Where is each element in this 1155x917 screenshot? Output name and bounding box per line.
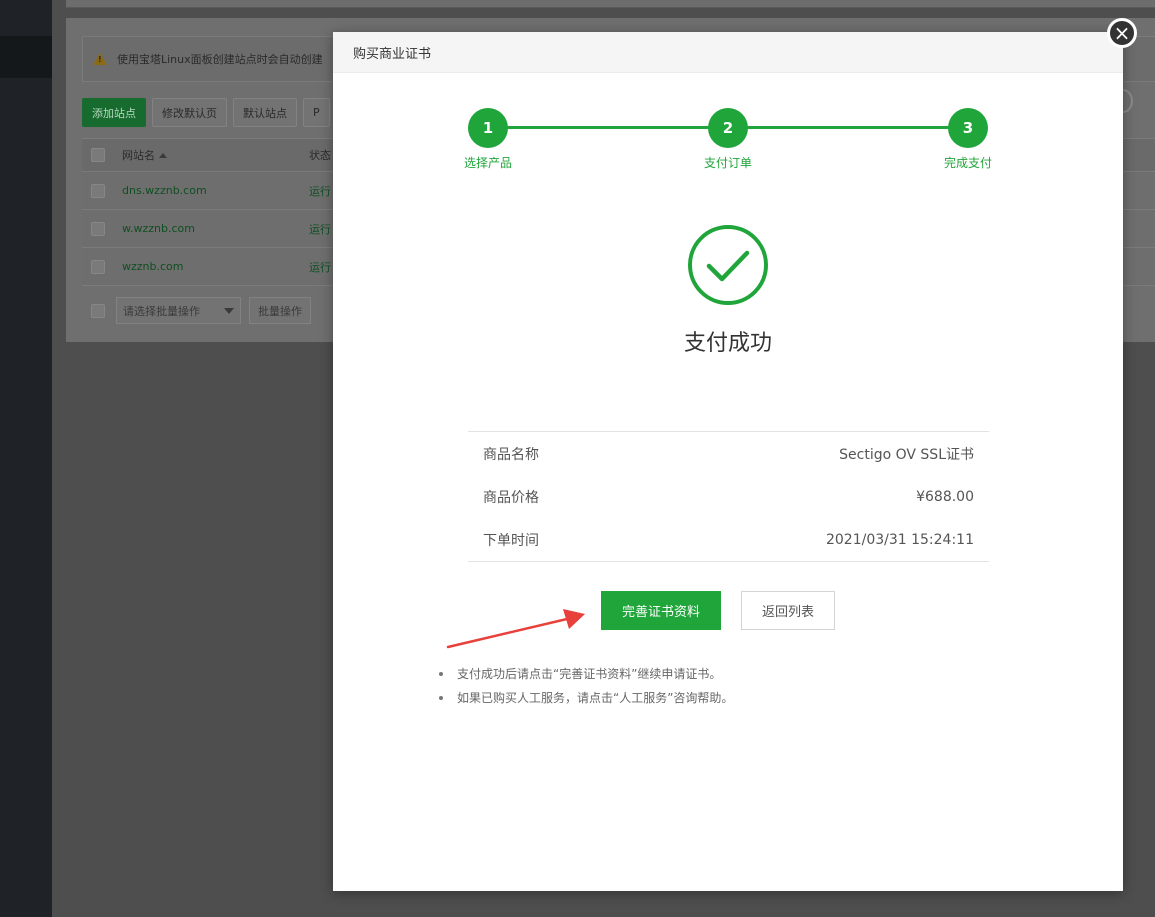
- complete-certificate-info-button[interactable]: 完善证书资料: [601, 591, 721, 630]
- tip-item: 如果已购买人工服务，请点击“人工服务”咨询帮助。: [439, 686, 733, 710]
- payment-success-text: 支付成功: [683, 331, 772, 356]
- sort-asc-icon: [159, 153, 167, 158]
- info-label: 下单时间: [483, 532, 539, 549]
- batch-operate-button[interactable]: 批量操作: [249, 297, 311, 324]
- step-connector: [728, 126, 968, 129]
- back-to-list-button[interactable]: 返回列表: [741, 591, 835, 630]
- batch-operations: 请选择批量操作 批量操作: [91, 297, 311, 324]
- site-name-link[interactable]: wzznb.com: [122, 260, 309, 273]
- site-status[interactable]: 运行: [309, 259, 331, 275]
- select-all-checkbox[interactable]: [91, 148, 105, 162]
- order-info: 商品名称 Sectigo OV SSL证书 商品价格 ¥688.00 下单时间 …: [468, 431, 989, 562]
- info-row-time: 下单时间 2021/03/31 15:24:11: [483, 518, 974, 561]
- step-3-dot: 3: [948, 108, 988, 148]
- info-row-price: 商品价格 ¥688.00: [483, 475, 974, 518]
- tip-item: 支付成功后请点击“完善证书资料”继续申请证书。: [439, 662, 733, 686]
- step-2-dot: 2: [708, 108, 748, 148]
- default-site-button[interactable]: 默认站点: [233, 98, 297, 127]
- progress-steps: 1 2 3 选择产品 支付订单 完成支付: [333, 32, 1123, 182]
- close-icon[interactable]: ×: [1107, 18, 1137, 48]
- left-sidebar: [0, 0, 52, 917]
- batch-checkbox[interactable]: [91, 303, 105, 318]
- site-status[interactable]: 运行: [309, 183, 331, 199]
- notice-text: 使用宝塔Linux面板创建站点时会自动创建: [117, 53, 323, 66]
- chevron-down-icon: [224, 307, 234, 314]
- info-label: 商品名称: [483, 446, 539, 463]
- site-status[interactable]: 运行: [309, 221, 331, 237]
- info-value: 2021/03/31 15:24:11: [825, 531, 974, 548]
- step-3-label: 完成支付: [943, 156, 992, 170]
- info-label: 商品价格: [483, 489, 539, 506]
- modify-default-page-button[interactable]: 修改默认页: [152, 98, 227, 127]
- site-toolbar: 添加站点 修改默认页 默认站点 P: [82, 98, 330, 127]
- step-2-label: 支付订单: [703, 156, 752, 170]
- batch-select[interactable]: 请选择批量操作: [116, 297, 241, 324]
- row-checkbox[interactable]: [91, 221, 105, 236]
- toolbar-button-partial[interactable]: P: [303, 98, 330, 127]
- site-name-link[interactable]: dns.wzznb.com: [122, 184, 309, 197]
- info-value: ¥688.00: [916, 488, 974, 505]
- row-checkbox[interactable]: [91, 259, 105, 274]
- column-header-name[interactable]: 网站名: [122, 147, 309, 163]
- warning-icon: [93, 53, 107, 65]
- add-site-button[interactable]: 添加站点: [82, 98, 146, 127]
- column-header-status: 状态: [309, 149, 331, 162]
- step-connector: [488, 126, 728, 129]
- info-value: Sectigo OV SSL证书: [839, 446, 974, 463]
- site-name-link[interactable]: w.wzznb.com: [122, 222, 309, 235]
- row-checkbox[interactable]: [91, 183, 105, 198]
- tips-list: 支付成功后请点击“完善证书资料”继续申请证书。 如果已购买人工服务，请点击“人工…: [439, 662, 733, 710]
- background-topbar: [66, 0, 1155, 8]
- info-row-product: 商品名称 Sectigo OV SSL证书: [483, 432, 974, 475]
- step-1-dot: 1: [468, 108, 508, 148]
- step-1-label: 选择产品: [463, 156, 512, 170]
- buy-certificate-modal: 购买商业证书 1 2 3 选择产品 支付订单 完成支付 支付成功 商品名称 Se…: [333, 32, 1123, 891]
- sidebar-active-strip: [0, 36, 52, 78]
- success-check-icon: [688, 225, 768, 305]
